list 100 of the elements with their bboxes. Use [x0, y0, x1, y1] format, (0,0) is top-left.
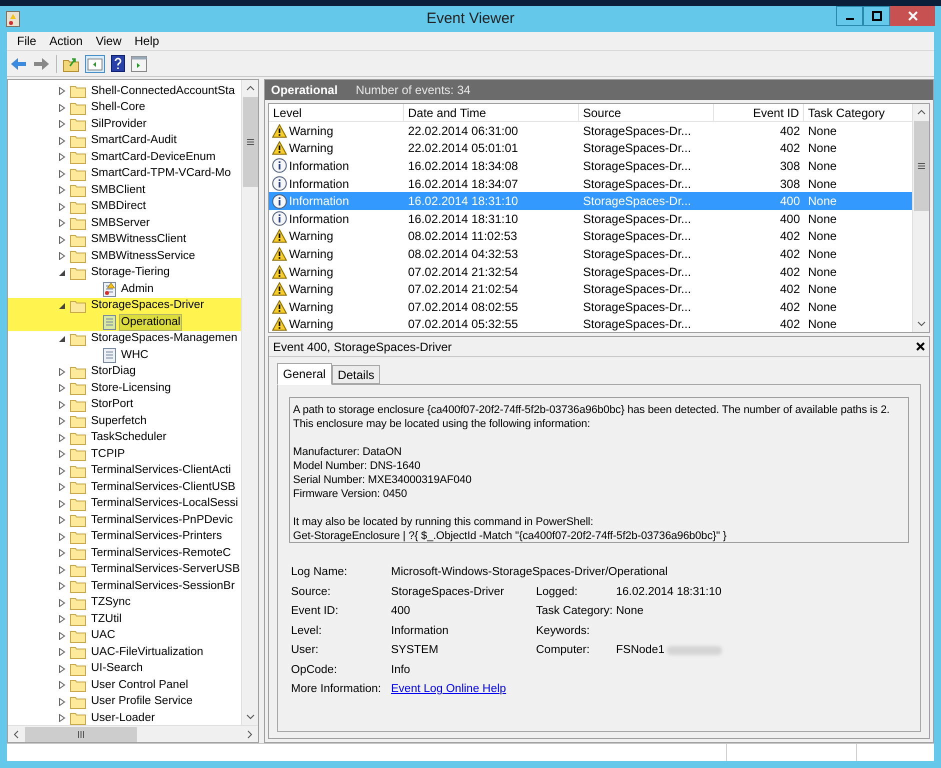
scroll-thumb[interactable] — [25, 726, 137, 742]
event-row[interactable]: Warning 22.02.2014 05:01:01 StorageSpaces-Dr... 402 None — [269, 140, 912, 158]
minimize-button[interactable] — [836, 6, 863, 26]
tree-item[interactable]: SmartCard-Audit — [89, 132, 179, 150]
folder-up-icon[interactable] — [63, 56, 79, 72]
close-icon[interactable] — [916, 342, 925, 351]
tree-item[interactable]: UAC — [89, 627, 118, 644]
tree-item[interactable]: SMBDirect — [89, 198, 148, 216]
tab[interactable]: Details — [332, 365, 380, 384]
tree-item[interactable]: UAC-FileVirtualization — [89, 644, 206, 661]
expander-icon[interactable] — [58, 268, 66, 277]
event-row[interactable]: Warning 22.02.2014 06:31:00 StorageSpaces-Dr... 402 None — [269, 122, 912, 140]
expander-icon[interactable] — [58, 549, 66, 558]
tree-item[interactable]: Shell-ConnectedAccountSta — [89, 82, 237, 100]
tree-item[interactable]: SmartCard-DeviceEnum — [89, 148, 218, 166]
back-arrow-icon[interactable] — [10, 56, 27, 70]
expander-icon[interactable] — [58, 516, 66, 524]
event-row[interactable]: Warning 07.02.2014 08:02:55 StorageSpaces-Dr... 402 None — [269, 298, 912, 316]
column-header[interactable]: Level — [269, 104, 404, 121]
expander-icon[interactable] — [58, 582, 66, 590]
expander-icon[interactable] — [58, 170, 66, 178]
expander-icon[interactable] — [58, 714, 66, 722]
tree-item[interactable]: TZUtil — [89, 610, 124, 628]
expander-icon[interactable] — [58, 566, 66, 574]
tree-item[interactable]: TCPIP — [89, 446, 127, 463]
column-header[interactable]: Date and Time — [404, 104, 579, 121]
expander-icon[interactable] — [58, 698, 66, 706]
tree-item[interactable]: Operational — [119, 314, 182, 331]
tree-item[interactable]: TerminalServices-ClientUSB — [89, 478, 238, 496]
tree-item[interactable]: Superfetch — [89, 412, 149, 430]
expander-icon[interactable] — [58, 648, 66, 656]
tree-item[interactable]: TerminalServices-SessionBr — [89, 578, 237, 595]
tree-item[interactable]: Shell-Core — [89, 99, 148, 116]
expander-icon[interactable] — [58, 252, 66, 260]
tree-item[interactable]: TZSync — [89, 594, 133, 612]
expander-icon[interactable] — [58, 632, 66, 640]
expander-icon[interactable] — [58, 598, 66, 607]
tree-item[interactable]: UI-Search — [89, 660, 145, 678]
expander-icon[interactable] — [58, 153, 66, 162]
expander-icon[interactable] — [58, 136, 66, 145]
expander-icon[interactable] — [58, 334, 66, 343]
tree-item[interactable]: TerminalServices-RemoteC — [89, 544, 233, 562]
expander-icon[interactable] — [58, 87, 66, 96]
tree-item[interactable]: TerminalServices-Printers — [89, 528, 224, 546]
tree-item[interactable]: User Profile Service — [89, 693, 195, 710]
tree-item[interactable]: SMBWitnessClient — [89, 231, 188, 248]
expander-icon[interactable] — [58, 384, 66, 392]
event-row[interactable]: Warning 08.02.2014 11:02:53 StorageSpaces-Dr... 402 None — [269, 228, 912, 246]
vertical-scrollbar[interactable] — [241, 80, 258, 725]
tree-item[interactable]: User-Loader — [89, 710, 157, 725]
expander-icon[interactable] — [58, 681, 66, 690]
tree-item[interactable]: StorPort — [89, 396, 136, 414]
close-button[interactable] — [890, 6, 935, 26]
scroll-thumb[interactable] — [914, 121, 928, 211]
menu-item[interactable]: Help — [128, 32, 166, 50]
horizontal-scrollbar[interactable] — [8, 725, 258, 742]
tree-item[interactable]: Admin — [119, 280, 156, 298]
menu-item[interactable]: Action — [43, 32, 89, 50]
expander-icon[interactable] — [58, 532, 66, 541]
column-header[interactable]: Source — [579, 104, 714, 121]
event-row[interactable]: Warning 08.02.2014 04:32:53 StorageSpaces-Dr... 402 None — [269, 245, 912, 263]
tree-item[interactable]: TerminalServices-ClientActi — [89, 462, 233, 480]
scroll-thumb[interactable] — [242, 97, 258, 187]
tree-item[interactable]: SMBServer — [89, 214, 152, 232]
event-row[interactable]: Warning 07.02.2014 21:32:54 StorageSpaces-Dr... 402 None — [269, 262, 912, 280]
column-header[interactable]: Event ID — [714, 104, 804, 121]
help-link[interactable]: Event Log Online Help — [391, 680, 506, 700]
expander-icon[interactable] — [58, 664, 66, 673]
help-icon[interactable] — [111, 55, 125, 72]
maximize-button[interactable] — [863, 6, 890, 26]
expander-icon[interactable] — [58, 302, 66, 310]
expander-icon[interactable] — [58, 186, 66, 194]
tree-item[interactable]: SilProvider — [89, 116, 149, 133]
tree-item[interactable]: Storage-Tiering — [89, 264, 172, 282]
expander-icon[interactable] — [58, 120, 66, 128]
tree-item[interactable]: TerminalServices-LocalSessi — [89, 495, 240, 512]
tree-item[interactable]: TaskScheduler — [89, 429, 168, 446]
event-row[interactable]: Warning 07.02.2014 21:02:54 StorageSpaces-Dr... 402 None — [269, 280, 912, 298]
expander-icon[interactable] — [58, 500, 66, 508]
tree-item[interactable]: TerminalServices-PnPDevic — [89, 512, 235, 529]
expander-icon[interactable] — [58, 483, 66, 492]
expander-icon[interactable] — [58, 615, 66, 624]
expander-icon[interactable] — [58, 368, 66, 376]
action-pane-icon[interactable] — [131, 56, 147, 72]
menu-item[interactable]: File — [11, 32, 42, 50]
event-row[interactable]: Information 16.02.2014 18:34:07 StorageSpaces-Dr... 308 None — [269, 174, 912, 192]
tree-item[interactable]: StorDiag — [89, 363, 138, 380]
event-row[interactable]: Information 16.02.2014 18:34:08 StorageSpaces-Dr... 308 None — [269, 157, 912, 175]
expander-icon[interactable] — [58, 417, 66, 426]
forward-arrow-icon[interactable] — [33, 56, 50, 70]
vertical-scrollbar[interactable] — [912, 104, 929, 332]
expander-icon[interactable] — [58, 219, 66, 228]
expander-icon[interactable] — [58, 400, 66, 409]
tree-item[interactable]: StorageSpaces-Managemen — [89, 330, 240, 348]
tab[interactable]: General — [277, 363, 332, 385]
expander-icon[interactable] — [58, 202, 66, 211]
tree-item[interactable]: WHC — [119, 346, 150, 364]
tree-item[interactable]: StorageSpaces-Driver — [89, 297, 206, 314]
event-row[interactable]: Information 16.02.2014 18:31:10 StorageSpaces-Dr... 400 None — [269, 210, 912, 228]
expander-icon[interactable] — [58, 104, 66, 112]
